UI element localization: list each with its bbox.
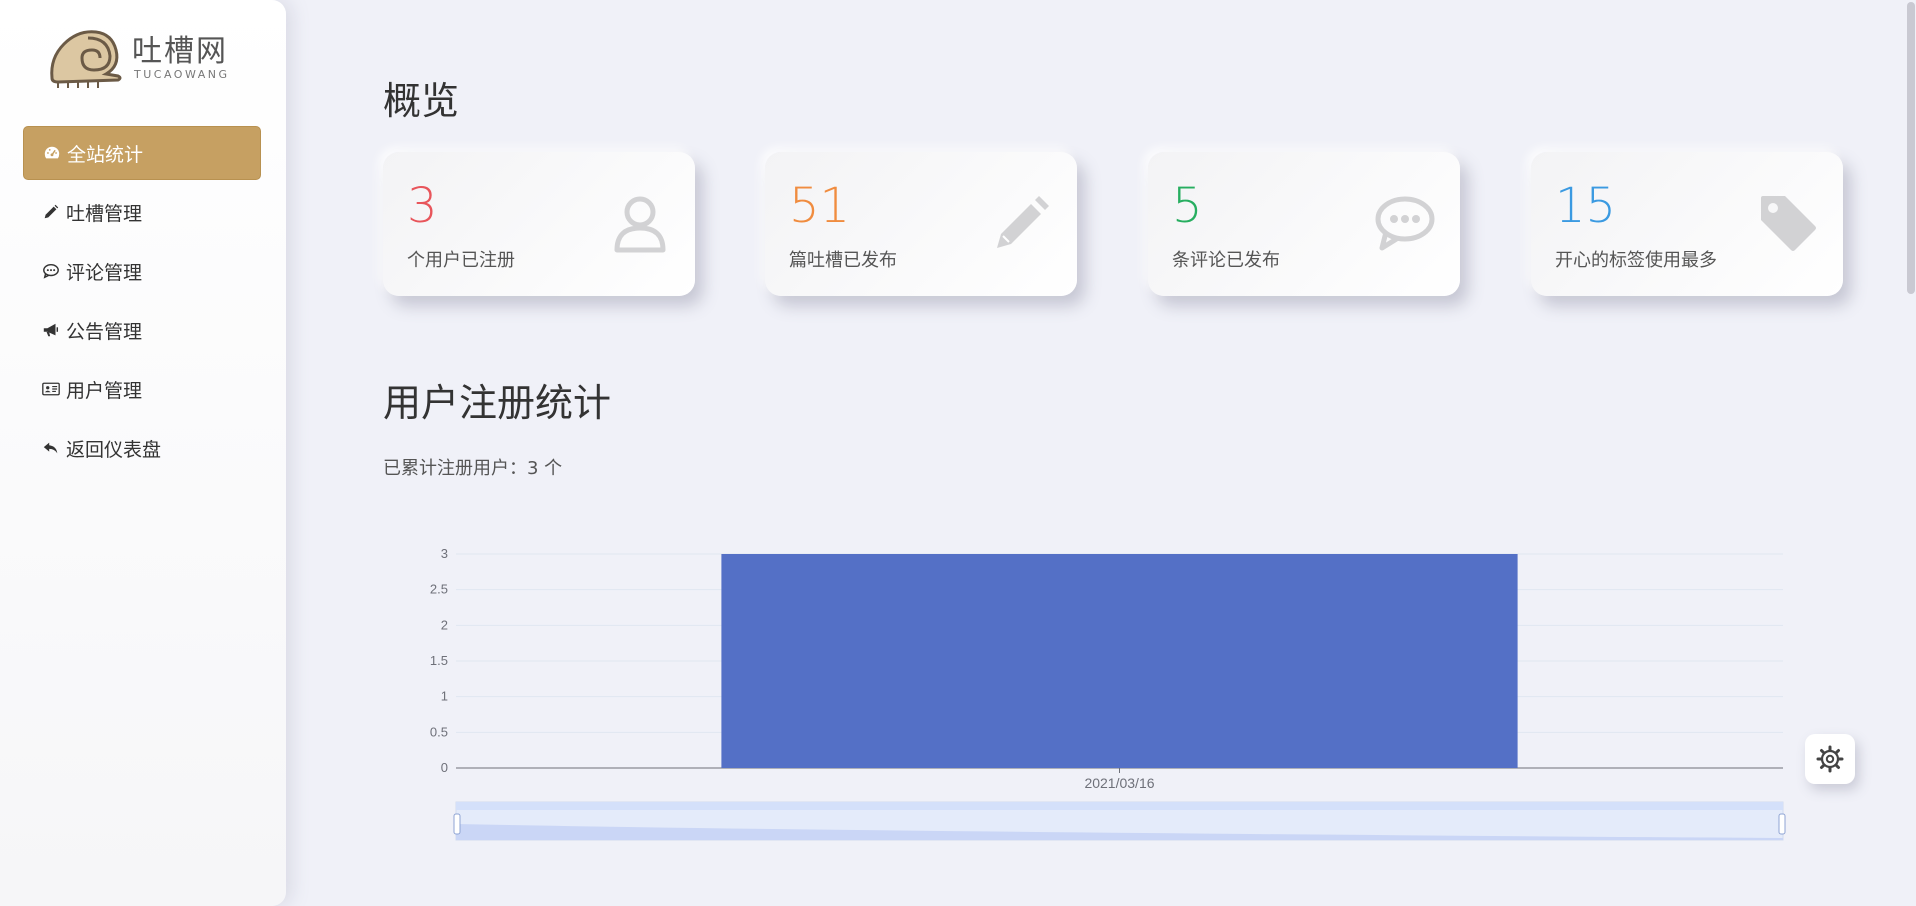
y-tick-label: 2: [441, 617, 448, 632]
registration-summary: 已累计注册用户：3 个: [383, 458, 563, 479]
y-tick-label: 0.5: [430, 724, 448, 739]
stat-label: 个用户已注册: [407, 250, 515, 271]
stat-label: 开心的标签使用最多: [1555, 250, 1717, 271]
tag-icon: [1761, 196, 1816, 251]
chart-y-ticks: 0 0.5 1 1.5 2 2.5 3: [430, 546, 448, 775]
bar[interactable]: [721, 554, 1518, 768]
sidebar-item-back-to-dashboard[interactable]: 返回仪表盘: [23, 421, 261, 475]
x-tick-label: 2021/03/16: [1084, 775, 1154, 791]
comment-icon: [1375, 196, 1435, 251]
logo-subtitle: TUCAOWANG: [134, 68, 230, 81]
stat-cards: 3 个用户已注册 51 篇吐槽已发布 5 条评论已发布 15 开心的标签使用最多: [383, 152, 1843, 297]
datazoom-handle-right[interactable]: [1778, 813, 1786, 835]
stat-value: 5: [1172, 178, 1203, 234]
sidebar-item-user-management[interactable]: 用户管理: [23, 362, 261, 416]
stat-label: 篇吐槽已发布: [789, 250, 897, 271]
dashboard-icon: [41, 144, 63, 162]
sidebar-item-label: 评论管理: [66, 261, 143, 284]
stat-card-posts: 51 篇吐槽已发布: [765, 152, 1077, 296]
y-tick-label: 0: [441, 760, 448, 775]
sidebar-item-site-stats[interactable]: 全站统计: [23, 126, 261, 180]
snail-logo-icon: [50, 30, 122, 88]
settings-button[interactable]: [1805, 734, 1855, 784]
y-tick-label: 2.5: [430, 582, 448, 597]
page-scrollbar[interactable]: [1906, 0, 1916, 906]
datazoom-handle-left[interactable]: [453, 813, 461, 835]
datazoom-slider[interactable]: [453, 801, 1786, 841]
stat-value: 3: [407, 178, 438, 234]
sidebar-menu: 全站统计 吐槽管理 评论管理 公告管理 用户管理 返回仪表盘: [23, 126, 261, 480]
stat-card-users: 3 个用户已注册: [383, 152, 695, 296]
sidebar-item-label: 公告管理: [66, 320, 143, 343]
site-logo[interactable]: 吐槽网 TUCAOWANG: [48, 24, 238, 90]
pencil-icon: [997, 196, 1049, 248]
y-tick-label: 3: [441, 546, 448, 561]
sidebar-item-label: 吐槽管理: [66, 202, 143, 225]
stat-card-tags: 15 开心的标签使用最多: [1531, 152, 1843, 296]
bullhorn-icon: [40, 321, 62, 339]
sidebar-item-label: 全站统计: [67, 143, 144, 166]
datazoom-selection-bar[interactable]: [456, 802, 1783, 810]
stat-card-comments: 5 条评论已发布: [1148, 152, 1460, 296]
stat-value: 51: [789, 178, 851, 234]
sidebar-item-label: 返回仪表盘: [66, 438, 162, 461]
sidebar: 吐槽网 TUCAOWANG 全站统计 吐槽管理 评论管理 公告管理 用户管理 返…: [0, 0, 286, 906]
sidebar-item-comment-management[interactable]: 评论管理: [23, 244, 261, 298]
reply-icon: [40, 439, 62, 457]
chart-bars: [721, 554, 1518, 768]
stat-label: 条评论已发布: [1172, 250, 1280, 271]
pencil-icon: [40, 203, 62, 221]
sidebar-item-announcement-management[interactable]: 公告管理: [23, 303, 261, 357]
user-icon: [614, 196, 666, 253]
sidebar-item-label: 用户管理: [66, 379, 143, 402]
overview-title: 概览: [383, 79, 460, 123]
y-tick-label: 1: [441, 689, 448, 704]
stat-value: 15: [1555, 178, 1617, 234]
chart-x-ticks: 2021/03/16: [1084, 768, 1155, 791]
registration-bar-chart: 0 0.5 1 1.5 2 2.5 3 2021/03/16: [430, 546, 1786, 841]
logo-title: 吐槽网: [132, 34, 228, 69]
sidebar-item-post-management[interactable]: 吐槽管理: [23, 185, 261, 239]
scrollbar-thumb[interactable]: [1907, 2, 1915, 294]
gear-icon: [1816, 745, 1844, 773]
registration-title: 用户注册统计: [383, 381, 612, 425]
comment-icon: [40, 262, 62, 280]
y-tick-label: 1.5: [430, 653, 448, 668]
id-card-icon: [40, 380, 62, 398]
